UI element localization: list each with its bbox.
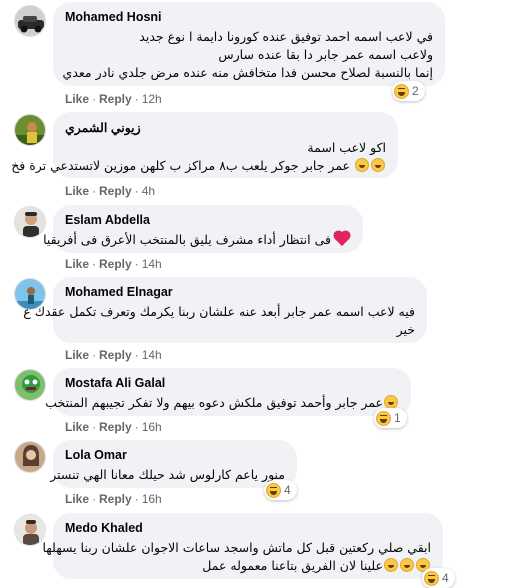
comment-author[interactable]: Mohamed Hosni	[65, 10, 433, 24]
comment-text: عمر جابر وأحمد توفيق ملكش دعوه بيهم ولا …	[45, 394, 399, 412]
reaction-summary[interactable]: 4	[264, 480, 297, 500]
laughing-emoji-icon	[355, 158, 369, 172]
comment-actions: Like · Reply · 16h	[65, 420, 162, 434]
like-button[interactable]: Like	[65, 420, 89, 434]
comment-line: عمر جابر وأحمد توفيق ملكش دعوه بيهم ولا …	[45, 394, 399, 412]
comment-actions: Like · Reply · 14h	[65, 257, 162, 271]
comment-author[interactable]: Eslam Abdella	[65, 213, 351, 227]
comment-actions: Like · Reply · 12h	[65, 92, 162, 106]
avatar[interactable]	[14, 369, 46, 401]
haha-reaction-icon	[376, 410, 391, 426]
laughing-emoji-icon	[371, 158, 385, 172]
reaction-summary[interactable]: 2	[392, 81, 425, 101]
comment-line: فيه لاعب اسمه عمر جابر أبعد عنه علشان رب…	[23, 304, 415, 319]
red-heart-icon	[334, 231, 350, 247]
haha-reaction-icon	[424, 570, 439, 586]
comment-author[interactable]: Mohamed Elnagar	[65, 285, 415, 299]
like-button[interactable]: Like	[65, 348, 89, 362]
reaction-summary[interactable]: 4	[422, 568, 455, 588]
timestamp[interactable]: 14h	[142, 257, 162, 271]
avatar[interactable]	[14, 441, 46, 473]
timestamp[interactable]: 16h	[142, 492, 162, 506]
reply-button[interactable]: Reply	[99, 348, 132, 362]
comment-line: اكو لاعب اسمة	[307, 140, 386, 155]
laughing-emoji-icon	[384, 395, 398, 409]
reaction-count: 1	[394, 411, 401, 425]
avatar[interactable]	[14, 114, 46, 146]
reaction-summary[interactable]: 1	[374, 408, 407, 428]
comment-line: عمر جابر جوكر يلعب ب٨ مراكز ب كلهن موزين…	[11, 157, 386, 175]
reply-button[interactable]: Reply	[99, 184, 132, 198]
laughing-emoji-icon	[384, 558, 398, 572]
timestamp[interactable]: 14h	[142, 348, 162, 362]
comment-bubble: زيوني الشمري اكو لاعب اسمة عمر جابر جوكر…	[11, 112, 398, 178]
avatar[interactable]	[14, 5, 46, 37]
comment-line: إنما بالنسبة لصلاح محسن فدا متخافش منه ع…	[62, 65, 433, 80]
avatar[interactable]	[14, 514, 46, 546]
separator-dot: ·	[134, 257, 139, 271]
comment-bubble: Mohamed Hosni في لاعب اسمه احمد توفيق عن…	[53, 2, 445, 86]
comment-text: فيه لاعب اسمه عمر جابر أبعد عنه علشان رب…	[23, 303, 415, 339]
like-button[interactable]: Like	[65, 492, 89, 506]
separator-dot: ·	[134, 184, 139, 198]
comment-line: منور ياعم كارلوس شد حيلك معانا الهي تنست…	[50, 467, 285, 482]
separator-dot: ·	[92, 348, 97, 362]
reaction-count: 2	[412, 84, 419, 98]
separator-dot: ·	[92, 492, 97, 506]
comment-bubble: Mostafa Ali Galal عمر جابر وأحمد توفيق م…	[45, 368, 411, 416]
separator-dot: ·	[92, 92, 97, 106]
comment-line-text: عمر جابر جوكر يلعب ب٨ مراكز ب كلهن موزين…	[11, 158, 351, 173]
timestamp[interactable]: 4h	[142, 184, 155, 198]
reply-button[interactable]: Reply	[99, 92, 132, 106]
reply-button[interactable]: Reply	[99, 257, 132, 271]
comment-line: خير	[396, 322, 415, 337]
haha-reaction-icon	[394, 83, 409, 99]
reply-button[interactable]: Reply	[99, 420, 132, 434]
comment-line: ولاعب اسمه عمر جابر دا بقا عنده سارس	[218, 47, 433, 62]
comment-text: اكو لاعب اسمة عمر جابر جوكر يلعب ب٨ مراك…	[11, 139, 386, 175]
separator-dot: ·	[92, 184, 97, 198]
separator-dot: ·	[134, 492, 139, 506]
avatar[interactable]	[14, 206, 46, 238]
like-button[interactable]: Like	[65, 92, 89, 106]
laughing-emoji-icon	[400, 558, 414, 572]
comment-line-text: فى انتظار أداء مشرف يليق بالمنتخب الأعرق…	[43, 232, 331, 247]
comment-author[interactable]: Lola Omar	[65, 448, 285, 462]
separator-dot: ·	[92, 257, 97, 271]
timestamp[interactable]: 12h	[142, 92, 162, 106]
comment-actions: Like · Reply · 16h	[65, 492, 162, 506]
haha-reaction-icon	[266, 482, 281, 498]
comment-bubble: Eslam Abdella فى انتظار أداء مشرف يليق ب…	[43, 205, 363, 253]
comment-text: فى انتظار أداء مشرف يليق بالمنتخب الأعرق…	[43, 231, 351, 249]
reaction-count: 4	[284, 483, 291, 497]
comment-line: فى انتظار أداء مشرف يليق بالمنتخب الأعرق…	[43, 231, 351, 249]
comment-bubble: Mohamed Elnagar فيه لاعب اسمه عمر جابر أ…	[23, 277, 427, 343]
separator-dot: ·	[134, 420, 139, 434]
comment-line-text: عمر جابر وأحمد توفيق ملكش دعوه بيهم ولا …	[45, 395, 383, 410]
like-button[interactable]: Like	[65, 257, 89, 271]
comment-line: ابقي صلي ركعتين قبل كل ماتش واسجد ساعات …	[42, 540, 431, 555]
timestamp[interactable]: 16h	[142, 420, 162, 434]
separator-dot: ·	[134, 348, 139, 362]
comment-bubble: Medo Khaled ابقي صلي ركعتين قبل كل ماتش …	[42, 513, 443, 579]
separator-dot: ·	[134, 92, 139, 106]
comment-text: منور ياعم كارلوس شد حيلك معانا الهي تنست…	[50, 466, 285, 484]
reply-button[interactable]: Reply	[99, 492, 132, 506]
separator-dot: ·	[92, 420, 97, 434]
comment-author[interactable]: زيوني الشمري	[65, 120, 386, 135]
comment-text: ابقي صلي ركعتين قبل كل ماتش واسجد ساعات …	[42, 539, 431, 575]
comment-author[interactable]: Mostafa Ali Galal	[65, 376, 399, 390]
comment-text: في لاعب اسمه احمد توفيق عنده كورونا دايم…	[62, 28, 433, 82]
comment-actions: Like · Reply · 14h	[65, 348, 162, 362]
comment-actions: Like · Reply · 4h	[65, 184, 155, 198]
comment-line-text: علينا لان الفريق بتاعنا معموله عمل	[202, 558, 383, 573]
like-button[interactable]: Like	[65, 184, 89, 198]
comment-author[interactable]: Medo Khaled	[65, 521, 431, 535]
reaction-count: 4	[442, 571, 449, 585]
comment-line: في لاعب اسمه احمد توفيق عنده كورونا دايم…	[139, 29, 433, 44]
comment-line: علينا لان الفريق بتاعنا معموله عمل	[65, 557, 431, 575]
comment-bubble: Lola Omar منور ياعم كارلوس شد حيلك معانا…	[50, 440, 297, 488]
